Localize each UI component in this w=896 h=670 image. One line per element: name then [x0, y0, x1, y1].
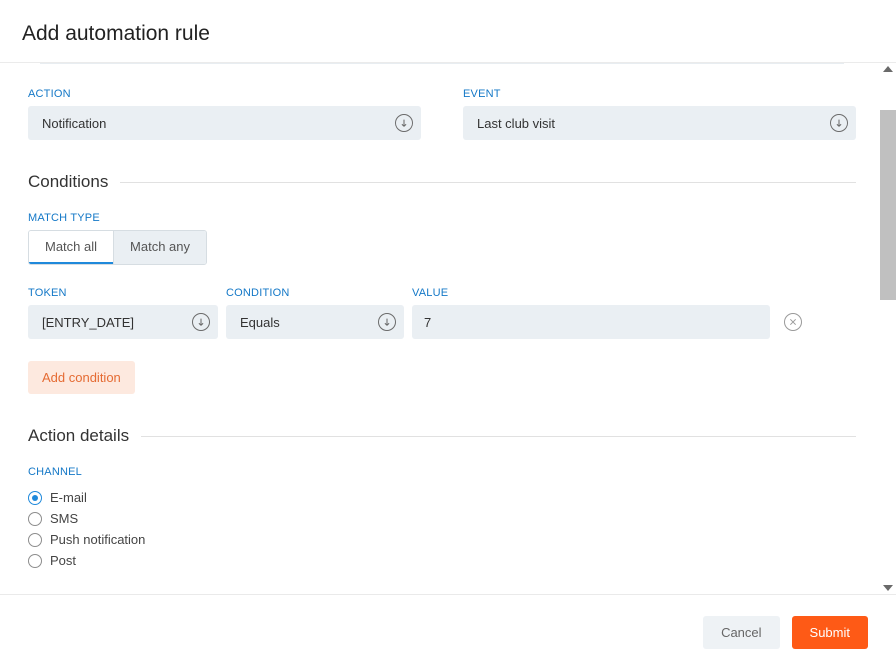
- channel-option-label: E-mail: [50, 490, 87, 505]
- condition-select[interactable]: Equals: [226, 305, 404, 339]
- match-all-button[interactable]: Match all: [29, 231, 113, 264]
- channel-option-sms[interactable]: SMS: [28, 511, 856, 526]
- scroll-track: [880, 72, 896, 585]
- action-label: ACTION: [28, 88, 421, 100]
- action-details-heading: Action details: [28, 426, 141, 446]
- channel-option-email[interactable]: E-mail: [28, 490, 856, 505]
- channel-option-post[interactable]: Post: [28, 553, 856, 568]
- channel-option-label: SMS: [50, 511, 78, 526]
- chevron-down-icon: [395, 114, 413, 132]
- remove-condition-button[interactable]: [784, 313, 802, 331]
- radio-icon: [28, 533, 42, 547]
- radio-icon: [28, 512, 42, 526]
- value-text: 7: [424, 315, 431, 330]
- condition-label: CONDITION: [226, 287, 404, 299]
- token-label: TOKEN: [28, 287, 218, 299]
- channel-option-label: Post: [50, 553, 76, 568]
- radio-icon: [28, 491, 42, 505]
- match-type-label: MATCH TYPE: [28, 212, 856, 224]
- scroll-down-icon: [883, 585, 893, 591]
- scroll-thumb[interactable]: [880, 110, 896, 300]
- chevron-down-icon: [830, 114, 848, 132]
- event-select[interactable]: Last club visit: [463, 106, 856, 140]
- scrollbar[interactable]: [880, 63, 896, 594]
- submit-button[interactable]: Submit: [792, 616, 868, 649]
- event-value: Last club visit: [477, 116, 555, 131]
- divider: [120, 182, 856, 183]
- token-select[interactable]: [ENTRY_DATE]: [28, 305, 218, 339]
- channel-option-label: Push notification: [50, 532, 145, 547]
- channel-label: CHANNEL: [28, 466, 856, 478]
- condition-value: Equals: [240, 315, 280, 330]
- event-label: EVENT: [463, 88, 856, 100]
- divider: [141, 436, 856, 437]
- page-title: Add automation rule: [22, 22, 896, 46]
- match-any-button[interactable]: Match any: [113, 231, 206, 264]
- chevron-down-icon: [192, 313, 210, 331]
- action-select[interactable]: Notification: [28, 106, 421, 140]
- radio-icon: [28, 554, 42, 568]
- match-type-toggle: Match all Match any: [28, 230, 207, 265]
- divider: [40, 63, 844, 64]
- chevron-down-icon: [378, 313, 396, 331]
- value-input[interactable]: 7: [412, 305, 770, 339]
- channel-option-push[interactable]: Push notification: [28, 532, 856, 547]
- cancel-button[interactable]: Cancel: [703, 616, 779, 649]
- conditions-heading: Conditions: [28, 172, 120, 192]
- token-value: [ENTRY_DATE]: [42, 315, 134, 330]
- add-condition-button[interactable]: Add condition: [28, 361, 135, 394]
- value-label: VALUE: [412, 287, 770, 299]
- action-value: Notification: [42, 116, 106, 131]
